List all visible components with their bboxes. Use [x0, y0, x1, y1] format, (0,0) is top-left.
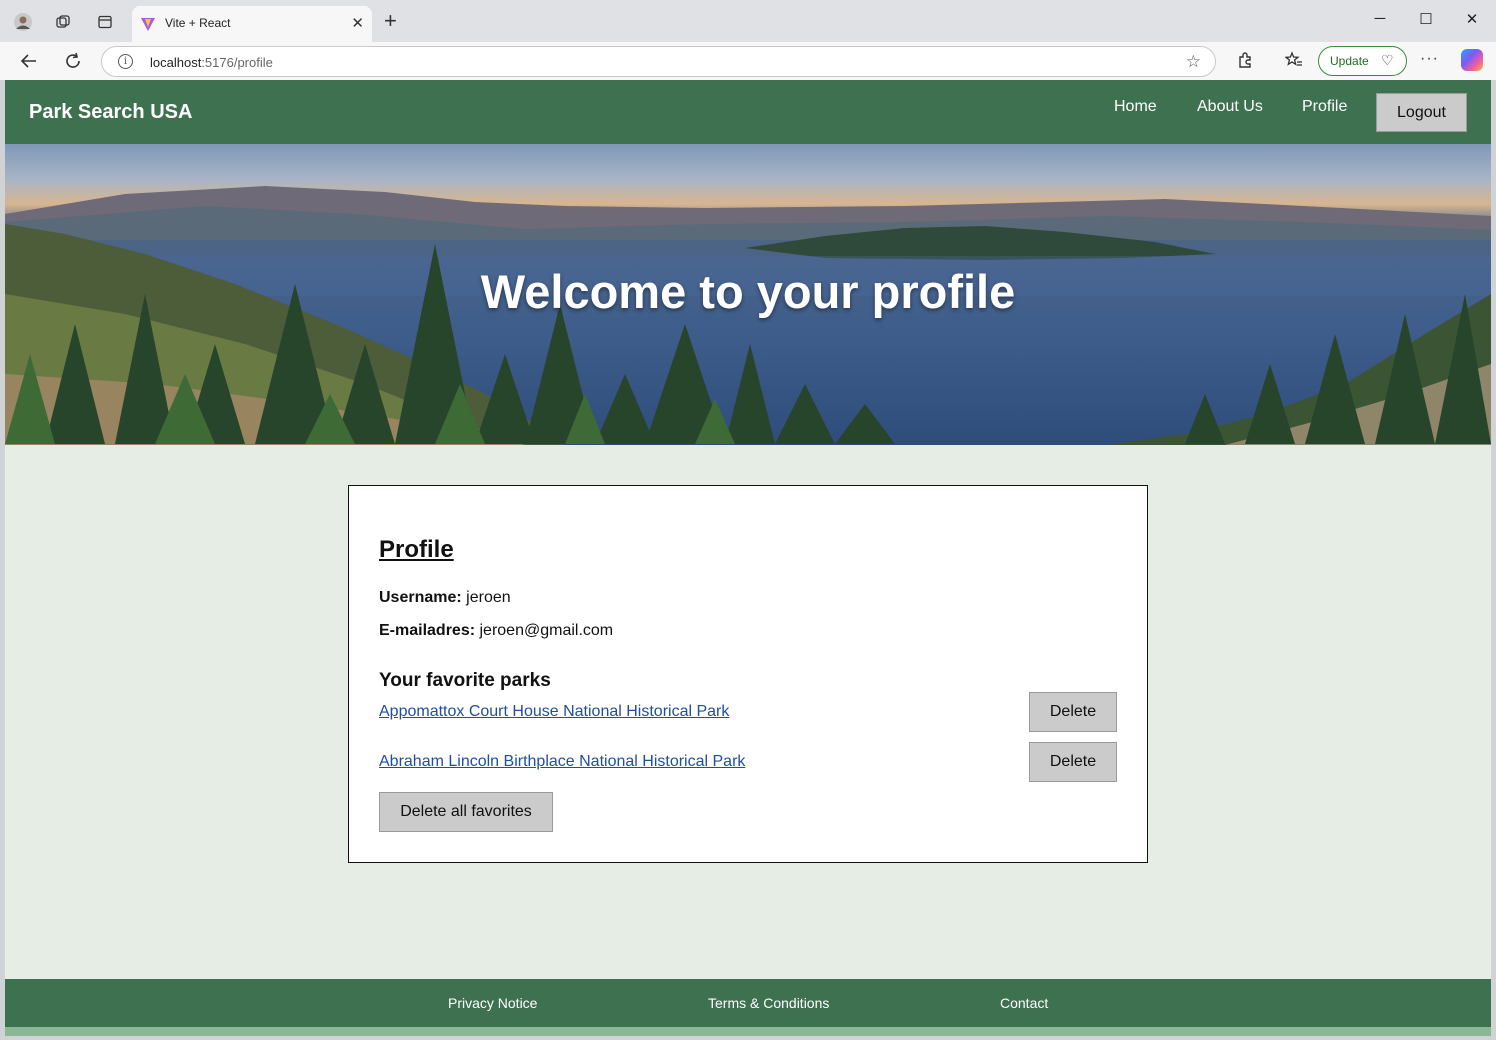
- new-tab-icon[interactable]: +: [384, 10, 397, 32]
- site-info-icon[interactable]: i: [118, 54, 133, 69]
- nav-profile[interactable]: Profile: [1302, 98, 1347, 116]
- favorite-star-icon[interactable]: ☆: [1186, 52, 1201, 72]
- refresh-icon[interactable]: [61, 50, 85, 72]
- url-text: localhost:5176/profile: [150, 55, 273, 70]
- favorites-icon[interactable]: [1283, 51, 1305, 73]
- close-window-icon[interactable]: ✕: [1457, 10, 1487, 28]
- update-heart-icon: ♡: [1381, 52, 1394, 68]
- footer-privacy-link[interactable]: Privacy Notice: [448, 995, 537, 1011]
- tab-actions-icon[interactable]: [94, 11, 116, 33]
- footer-accent-strip: [5, 1027, 1491, 1036]
- favorites-heading: Your favorite parks: [379, 670, 551, 691]
- tab-close-icon[interactable]: ✕: [351, 14, 364, 32]
- more-options-icon[interactable]: ···: [1420, 50, 1439, 68]
- update-label: Update: [1330, 54, 1369, 68]
- hero-title: Welcome to your profile: [480, 265, 1016, 318]
- site-footer: Privacy Notice Terms & Conditions Contac…: [5, 979, 1491, 1027]
- address-bar[interactable]: i localhost:5176/profile ☆: [101, 46, 1216, 77]
- email-value: jeroen@gmail.com: [479, 622, 614, 639]
- maximize-icon[interactable]: ☐: [1411, 10, 1441, 28]
- favorite-park-link[interactable]: Appomattox Court House National Historic…: [379, 703, 729, 721]
- username-row: Username: jeroen: [379, 589, 511, 607]
- favorite-park-link[interactable]: Abraham Lincoln Birthplace National Hist…: [379, 753, 745, 771]
- username-value: jeroen: [466, 589, 511, 606]
- workspaces-icon[interactable]: [52, 11, 74, 33]
- email-label: E-mailadres:: [379, 622, 476, 639]
- site-navbar: Park Search USA Home About Us Profile Lo…: [5, 80, 1491, 144]
- extensions-icon[interactable]: [1234, 51, 1256, 73]
- delete-all-favorites-button[interactable]: Delete all favorites: [379, 792, 553, 832]
- site-brand[interactable]: Park Search USA: [29, 101, 192, 124]
- footer-contact-link[interactable]: Contact: [1000, 995, 1048, 1011]
- delete-favorite-button[interactable]: Delete: [1029, 692, 1117, 732]
- profile-heading: Profile: [379, 536, 454, 563]
- vite-logo-icon: [141, 18, 155, 31]
- back-icon[interactable]: [17, 50, 41, 72]
- browser-toolbar: i localhost:5176/profile ☆ Update ♡ ···: [0, 42, 1496, 80]
- profile-avatar-icon[interactable]: [12, 11, 34, 33]
- email-row: E-mailadres: jeroen@gmail.com: [379, 622, 613, 640]
- footer-terms-link[interactable]: Terms & Conditions: [708, 995, 829, 1011]
- nav-home[interactable]: Home: [1114, 98, 1157, 116]
- page-viewport: Park Search USA Home About Us Profile Lo…: [5, 80, 1491, 1036]
- browser-titlebar: Vite + React ✕ + ─ ☐ ✕: [0, 0, 1496, 42]
- update-button[interactable]: Update ♡: [1318, 46, 1407, 76]
- username-label: Username:: [379, 589, 462, 606]
- tab-title: Vite + React: [165, 16, 231, 30]
- nav-about-us[interactable]: About Us: [1197, 98, 1263, 116]
- minimize-icon[interactable]: ─: [1365, 10, 1395, 27]
- copilot-icon[interactable]: [1461, 49, 1483, 71]
- hero-banner: Welcome to your profile: [5, 144, 1491, 445]
- browser-tab-active[interactable]: Vite + React ✕: [132, 6, 372, 42]
- delete-favorite-button[interactable]: Delete: [1029, 742, 1117, 782]
- profile-card: Profile Username: jeroen E-mailadres: je…: [348, 485, 1148, 863]
- logout-button[interactable]: Logout: [1376, 93, 1467, 132]
